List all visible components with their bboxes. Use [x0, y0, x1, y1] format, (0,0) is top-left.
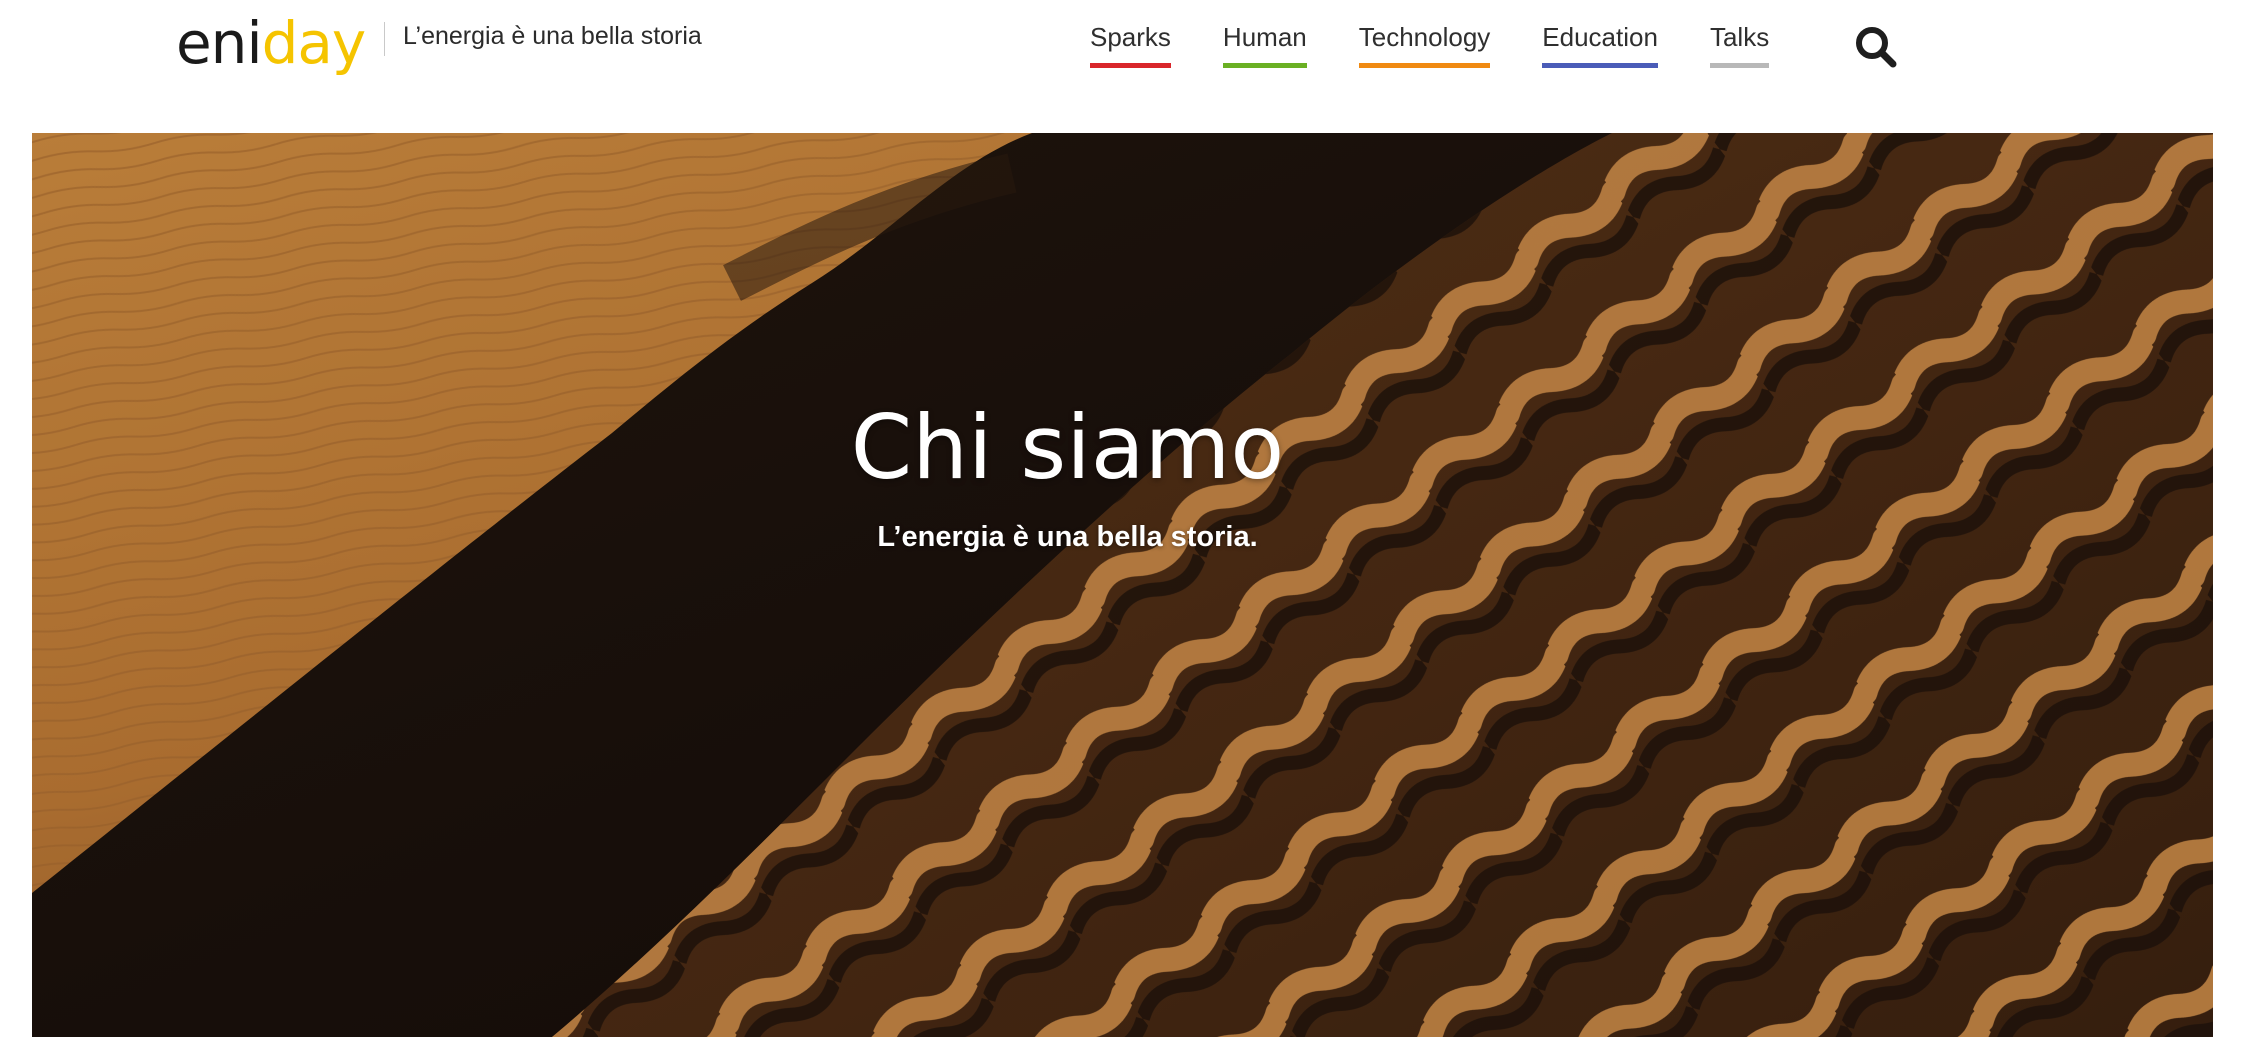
page-title: Chi siamo — [850, 396, 1285, 499]
nav-item-sparks[interactable]: Sparks — [1090, 20, 1171, 68]
logo-prefix: eni — [176, 9, 263, 77]
site-tagline: L’energia è una bella storia — [403, 22, 702, 50]
desert-dunes-image — [32, 133, 2213, 1037]
eniday-logo[interactable]: eni day — [176, 8, 367, 78]
site-header: eni day L’energia è una bella storia Spar… — [0, 0, 2245, 133]
nav-item-label: Technology — [1358, 22, 1491, 52]
page: eni day L’energia è una bella storia Spar… — [0, 0, 2245, 1037]
nav-item-education[interactable]: Education — [1542, 20, 1658, 68]
nav-underline — [1542, 63, 1658, 68]
nav-item-label: Human — [1222, 22, 1307, 52]
main-navigation: Sparks Human Technology Education Talks — [1090, 20, 1821, 80]
nav-item-talks[interactable]: Talks — [1709, 20, 1770, 68]
logo-accent: day — [261, 9, 367, 77]
logo-divider — [384, 22, 385, 56]
nav-underline — [1709, 63, 1770, 68]
nav-underline — [1358, 63, 1491, 68]
search-icon — [1856, 27, 1897, 68]
nav-item-label: Education — [1542, 22, 1658, 52]
nav-item-label: Sparks — [1090, 22, 1171, 52]
nav-item-technology[interactable]: Technology — [1358, 20, 1491, 68]
search-button[interactable] — [1853, 24, 1899, 70]
nav-item-human[interactable]: Human — [1222, 20, 1307, 68]
hero-banner: Chi siamo L’energia è una bella storia. — [32, 133, 2213, 1037]
nav-underline — [1222, 63, 1307, 68]
hero-text: Chi siamo L’energia è una bella storia. — [32, 393, 2213, 557]
page-subtitle: L’energia è una bella storia. — [877, 521, 1258, 553]
nav-underline — [1090, 63, 1171, 68]
nav-item-label: Talks — [1709, 22, 1770, 52]
